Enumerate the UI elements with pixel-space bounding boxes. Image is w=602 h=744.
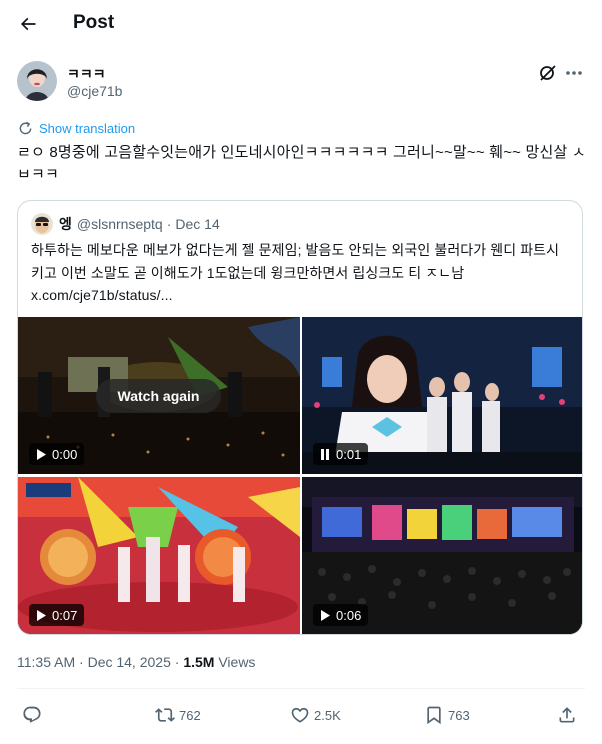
back-arrow-icon xyxy=(20,17,36,31)
video-tile[interactable]: 0:07 xyxy=(18,477,300,634)
retweet-count: 762 xyxy=(179,707,201,723)
post-actions: 762 2.5K 763 xyxy=(0,700,602,730)
quoted-post[interactable]: 엥 @slsnrnseptq · Dec 14 하투하는 메보다운 메보가 없다… xyxy=(17,200,583,635)
video-time-badge: 0:06 xyxy=(313,604,369,626)
post-date[interactable]: Dec 14, 2025 xyxy=(88,654,171,670)
post-text: ㄹㅇ 8명중에 고음할수잇는애가 인도네시아인ㅋㅋㅋㅋㅋㅋ 그러니~~말~~ 훼… xyxy=(17,144,586,183)
quoted-post-text: 하투하는 메보다운 메보가 없다는게 젤 문제임; 발음도 안되는 외국인 불러… xyxy=(31,242,560,303)
views-label: Views xyxy=(218,654,256,670)
back-button[interactable] xyxy=(14,10,42,38)
quoted-author-name[interactable]: 엥 xyxy=(59,214,72,234)
views-count: 1.5M xyxy=(183,654,215,670)
play-icon xyxy=(37,609,46,621)
video-time: 0:01 xyxy=(336,446,362,462)
share-icon xyxy=(559,707,575,723)
video-time-badge: 0:07 xyxy=(29,604,85,626)
retweet-button[interactable]: 762 xyxy=(155,700,201,730)
video-time: 0:07 xyxy=(52,607,78,623)
like-button[interactable]: 2.5K xyxy=(290,700,341,730)
author-handle[interactable]: @cje71b xyxy=(67,83,122,99)
quoted-avatar[interactable] xyxy=(31,213,53,235)
bookmark-count: 763 xyxy=(448,707,470,723)
video-time-badge: 0:01 xyxy=(313,443,369,465)
quoted-author-handle[interactable]: @slsnrnseptq xyxy=(77,216,163,232)
bookmark-icon xyxy=(427,706,441,725)
video-time-badge: 0:00 xyxy=(29,443,85,465)
share-button[interactable] xyxy=(557,700,581,730)
separator-dot: · xyxy=(174,654,180,670)
grok-icon xyxy=(540,65,556,81)
play-icon xyxy=(321,609,330,621)
show-translation-link[interactable]: Show translation xyxy=(18,121,135,136)
post-author: ㅋㅋㅋ @cje71b xyxy=(17,61,587,103)
top-bar: Post xyxy=(0,0,602,48)
media-grid: Watch again 0:00 0:01 0:07 0:06 xyxy=(18,317,582,634)
more-icon xyxy=(566,71,582,75)
author-name[interactable]: ㅋㅋㅋ xyxy=(67,64,106,84)
video-tile[interactable]: 0:01 xyxy=(302,317,582,474)
divider xyxy=(17,688,585,689)
reply-button[interactable] xyxy=(22,700,46,730)
separator-dot: · xyxy=(79,654,84,670)
video-time: 0:00 xyxy=(52,446,78,462)
pause-icon xyxy=(321,448,329,460)
avatar[interactable] xyxy=(17,61,57,101)
reply-icon xyxy=(23,706,41,723)
video-tile[interactable]: Watch again 0:00 xyxy=(18,317,300,474)
post-meta: 11:35 AM · Dec 14, 2025 · 1.5M Views xyxy=(17,654,255,670)
separator-dot: · xyxy=(166,216,172,232)
bookmark-button[interactable]: 763 xyxy=(424,700,470,730)
like-count: 2.5K xyxy=(314,707,341,723)
like-icon xyxy=(291,707,309,723)
quoted-post-header: 엥 @slsnrnseptq · Dec 14 xyxy=(31,213,220,235)
play-icon xyxy=(37,448,46,460)
watch-again-button[interactable]: Watch again xyxy=(96,379,221,413)
quoted-post-date[interactable]: Dec 14 xyxy=(175,216,219,232)
video-tile[interactable]: 0:06 xyxy=(302,477,582,634)
post-time[interactable]: 11:35 AM xyxy=(17,654,75,670)
grok-button[interactable] xyxy=(538,63,558,83)
retweet-icon xyxy=(155,708,175,722)
translate-icon xyxy=(19,121,32,135)
video-time: 0:06 xyxy=(336,607,362,623)
show-translation-label: Show translation xyxy=(39,121,136,136)
more-button[interactable] xyxy=(563,63,585,83)
page-title: Post xyxy=(73,12,115,33)
